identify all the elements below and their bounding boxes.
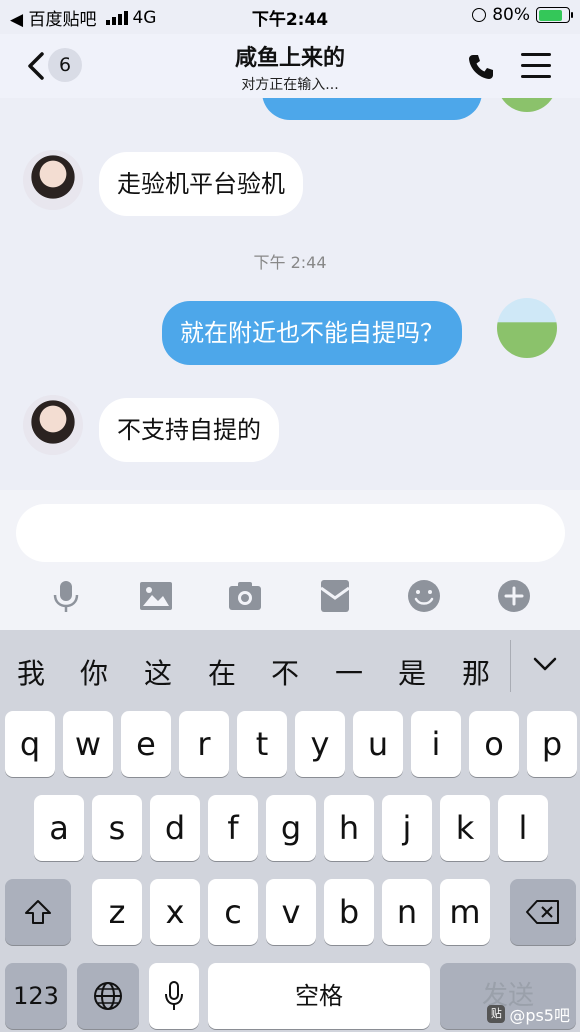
key-b[interactable]: b	[324, 879, 374, 945]
candidate-word[interactable]: 这	[144, 652, 172, 692]
message-input[interactable]	[16, 504, 565, 562]
shift-key[interactable]	[5, 879, 71, 945]
key-a[interactable]: a	[34, 795, 84, 861]
key-z[interactable]: z	[92, 879, 142, 945]
status-right: 80%	[472, 5, 573, 25]
candidate-divider	[510, 640, 511, 692]
key-l[interactable]: l	[498, 795, 548, 861]
watermark-text: @ps5吧	[509, 1006, 570, 1025]
globe-icon	[94, 982, 122, 1010]
backspace-icon	[526, 900, 559, 924]
key-r[interactable]: r	[179, 711, 229, 777]
key-f[interactable]: f	[208, 795, 258, 861]
key-v[interactable]: v	[266, 879, 316, 945]
battery-percent: 80%	[492, 5, 530, 25]
message-bubble-in[interactable]: 不支持自提的	[99, 398, 279, 462]
message-timestamp: 下午 2:44	[253, 253, 327, 272]
mic-icon[interactable]	[48, 578, 84, 614]
message-bubble-out[interactable]: 就在附近也不能自提吗？	[162, 301, 462, 365]
emoji-icon[interactable]	[406, 578, 442, 614]
candidate-word[interactable]: 一	[335, 652, 363, 692]
key-c[interactable]: c	[208, 879, 258, 945]
phone-icon[interactable]	[466, 52, 496, 82]
candidate-word[interactable]: 那	[462, 652, 490, 692]
plus-icon[interactable]	[496, 578, 532, 614]
key-u[interactable]: u	[353, 711, 403, 777]
key-e[interactable]: e	[121, 711, 171, 777]
key-i[interactable]: i	[411, 711, 461, 777]
watermark-badge: 贴	[487, 1005, 506, 1023]
battery-icon	[536, 7, 573, 23]
chevron-down-icon[interactable]	[533, 656, 557, 672]
mic-icon	[165, 981, 183, 1010]
key-x[interactable]: x	[150, 879, 200, 945]
key-y[interactable]: y	[295, 711, 345, 777]
delete-key[interactable]	[510, 879, 576, 945]
key-q[interactable]: q	[5, 711, 55, 777]
message-bubble-in[interactable]: 走验机平台验机	[99, 152, 303, 216]
chat-header: 6 咸鱼上来的 对方正在输入...	[0, 34, 580, 98]
contact-avatar[interactable]	[23, 395, 83, 455]
key-s[interactable]: s	[92, 795, 142, 861]
key-k[interactable]: k	[440, 795, 490, 861]
key-n[interactable]: n	[382, 879, 432, 945]
menu-icon[interactable]	[521, 53, 551, 79]
shift-icon	[25, 900, 51, 924]
keyboard: 我 你 这 在 不 一 是 那 q w e r t y u i o p a s …	[0, 630, 580, 1032]
key-t[interactable]: t	[237, 711, 287, 777]
watermark: 贴 @ps5吧	[487, 1002, 570, 1026]
compose-area	[0, 490, 580, 630]
message-list[interactable]: 走验机平台验机 下午 2:44 就在附近也不能自提吗？ 不支持自提的	[0, 98, 580, 490]
key-g[interactable]: g	[266, 795, 316, 861]
space-key[interactable]: 空格	[208, 963, 430, 1029]
key-m[interactable]: m	[440, 879, 490, 945]
key-j[interactable]: j	[382, 795, 432, 861]
my-avatar[interactable]	[497, 98, 557, 112]
camera-icon[interactable]	[227, 578, 263, 614]
status-bar: ◀ 百度贴吧 4G 下午2:44 80%	[0, 0, 580, 34]
candidate-bar: 我 你 这 在 不 一 是 那	[0, 630, 580, 708]
globe-key[interactable]	[77, 963, 139, 1029]
my-avatar[interactable]	[497, 298, 557, 358]
dictation-key[interactable]	[149, 963, 199, 1029]
candidate-word[interactable]: 是	[398, 652, 426, 692]
key-d[interactable]: d	[150, 795, 200, 861]
contact-avatar[interactable]	[23, 150, 83, 210]
candidate-word[interactable]: 你	[80, 652, 108, 692]
candidate-word[interactable]: 不	[271, 652, 299, 692]
image-icon[interactable]	[138, 578, 174, 614]
rotation-lock-icon	[472, 8, 487, 22]
key-h[interactable]: h	[324, 795, 374, 861]
previous-message-bubble[interactable]	[262, 98, 482, 120]
key-o[interactable]: o	[469, 711, 519, 777]
key-p[interactable]: p	[527, 711, 577, 777]
candidate-word[interactable]: 在	[208, 652, 236, 692]
red-packet-icon[interactable]	[317, 578, 353, 614]
numbers-key[interactable]: 123	[5, 963, 67, 1029]
candidate-word[interactable]: 我	[17, 652, 45, 692]
key-w[interactable]: w	[63, 711, 113, 777]
